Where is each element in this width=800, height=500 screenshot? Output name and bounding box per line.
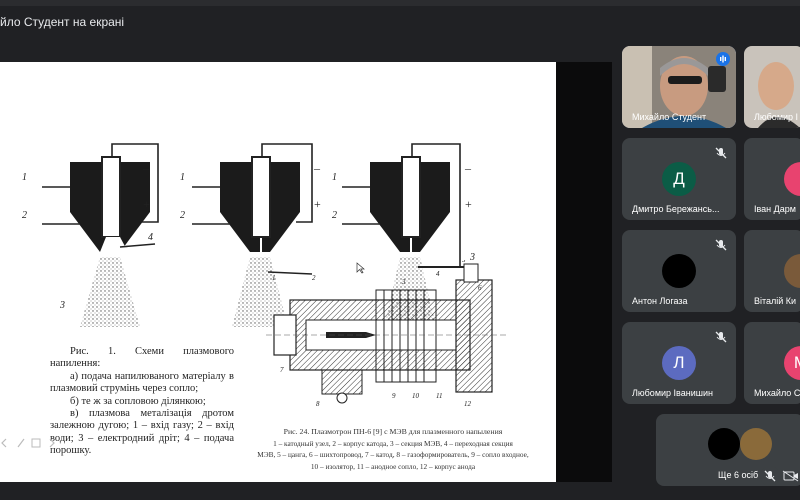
figure-24-caption-line: МЭВ, 5 – цанга, 6 – шихтопровод, 7 – кат… xyxy=(257,450,529,460)
scheme-a-plus: + xyxy=(143,197,150,211)
figure-24-caption-line: 1 – катодный узел, 2 – корпус катода, 3 … xyxy=(273,438,513,448)
scheme-b-label-2: 2 xyxy=(180,210,185,221)
participant-name: Любомир Іванишин xyxy=(632,388,713,398)
figure-1-caption-line: б) те ж за сопловою ділянкою; xyxy=(70,395,206,407)
slide: 1 2 3 4 – + 1 2 – + 1 2 3 – + Рис. 1. Сх… xyxy=(0,62,556,482)
participant-name: Іван Дарм xyxy=(754,204,796,214)
figure-1-caption: Рис. 1. Схеми плазмового напилення: а) п… xyxy=(50,346,234,458)
browser-strip xyxy=(0,0,800,6)
figure-24-caption-title: Рис. 24. Плазмотрон ПН-6 [9] с МЭВ для п… xyxy=(283,427,503,436)
prev-slide-icon[interactable] xyxy=(1,438,7,448)
participant-name: Антон Логаза xyxy=(632,296,688,306)
scheme-c-label-1: 1 xyxy=(332,172,337,183)
participant-name: Віталій Ки xyxy=(754,296,797,306)
slides-icon[interactable] xyxy=(31,438,41,448)
participant-tile[interactable]: Антон Логаза xyxy=(622,230,736,312)
scheme-a-label-1: 1 xyxy=(22,172,27,183)
mic-off-icon xyxy=(715,147,727,159)
slide-toolbar xyxy=(1,438,55,448)
participant-tile[interactable]: Іван Дарм xyxy=(744,138,800,220)
plasmatron-label-11: 11 xyxy=(436,392,442,400)
figure-1-caption-line: Рис. 1. Схеми плазмового напилення: xyxy=(50,346,234,370)
plasmatron-label-5: 5 xyxy=(462,260,466,264)
avatar: М xyxy=(784,346,800,380)
scheme-c-minus: – xyxy=(464,161,472,175)
scheme-a-label-3: 3 xyxy=(59,300,65,311)
presentation-title: йло Студент на екрані xyxy=(0,15,125,29)
plasmatron-label-3: 3 xyxy=(401,278,406,286)
participant-tile[interactable]: Михайло Студент xyxy=(622,46,736,128)
participant-name: Дмитро Бережансь... xyxy=(632,204,720,214)
plasmatron-label-1: 1 xyxy=(272,274,276,282)
mic-button-icon[interactable] xyxy=(760,466,780,486)
more-participants-label: Ще 6 осіб xyxy=(718,470,759,480)
plasmatron-label-9: 9 xyxy=(392,392,396,400)
plasmatron-label-7: 7 xyxy=(280,366,284,374)
speaking-indicator-icon xyxy=(716,52,730,66)
avatar xyxy=(708,428,740,460)
participant-name: Любомир І xyxy=(754,112,799,122)
figure-24-caption-line: 10 – изолятор, 11 – анодное сопло, 12 – … xyxy=(310,462,476,472)
scheme-c-label-2: 2 xyxy=(332,210,337,221)
plasmatron-label-4: 4 xyxy=(436,270,440,278)
meet-window: йло Студент на екрані 1 2 3 4 – + 1 2 – … xyxy=(0,0,800,500)
scheme-c-plus: + xyxy=(465,197,472,211)
participant-tile[interactable]: Любомир І xyxy=(744,46,800,128)
avatar: Д xyxy=(662,162,696,196)
scheme-a-minus: – xyxy=(142,161,150,175)
figure-24-caption: Рис. 24. Плазмотрон ПН-6 [9] с МЭВ для п… xyxy=(240,426,546,473)
avatar xyxy=(662,254,696,288)
participant-tile[interactable]: Д Дмитро Бережансь... xyxy=(622,138,736,220)
pen-icon[interactable] xyxy=(17,438,25,448)
avatar xyxy=(784,254,800,288)
mic-off-icon xyxy=(715,331,727,343)
scheme-a-label-2: 2 xyxy=(22,210,27,221)
plasmatron-drawing: 1 2 3 4 5 6 7 8 9 10 11 12 xyxy=(266,260,506,408)
scheme-b-plus: + xyxy=(314,197,321,211)
participant-tile[interactable]: М Михайло С xyxy=(744,322,800,404)
participant-tile[interactable]: Л Любомир Іванишин xyxy=(622,322,736,404)
scheme-b-label-1: 1 xyxy=(180,172,185,183)
mouse-cursor-icon xyxy=(356,262,365,274)
plasmatron-label-6: 6 xyxy=(478,284,482,292)
scheme-b-minus: – xyxy=(313,161,321,175)
mic-off-icon xyxy=(715,239,727,251)
avatar xyxy=(740,428,772,460)
next-slide-icon[interactable] xyxy=(49,438,55,448)
avatar: Л xyxy=(662,346,696,380)
plasmatron-label-12: 12 xyxy=(464,400,472,408)
participant-name: Михайло С xyxy=(754,388,800,398)
participant-tile[interactable]: Віталій Ки xyxy=(744,230,800,312)
scheme-a-label-4: 4 xyxy=(148,232,153,243)
camera-off-icon[interactable] xyxy=(782,466,800,486)
figure-1-caption-line: а) подача напилюваного матеріалу в плазм… xyxy=(50,370,234,395)
avatar xyxy=(784,162,800,196)
participant-name: Михайло Студент xyxy=(632,112,707,122)
plasmatron-label-2: 2 xyxy=(312,274,316,282)
plasmatron-label-8: 8 xyxy=(316,400,320,408)
top-bar: йло Студент на екрані xyxy=(0,0,800,36)
figure-1-caption-line: в) плазмова металізація дротом залежною … xyxy=(50,408,234,457)
shared-screen: 1 2 3 4 – + 1 2 – + 1 2 3 – + Рис. 1. Сх… xyxy=(0,62,612,482)
plasmatron-label-10: 10 xyxy=(412,392,420,400)
